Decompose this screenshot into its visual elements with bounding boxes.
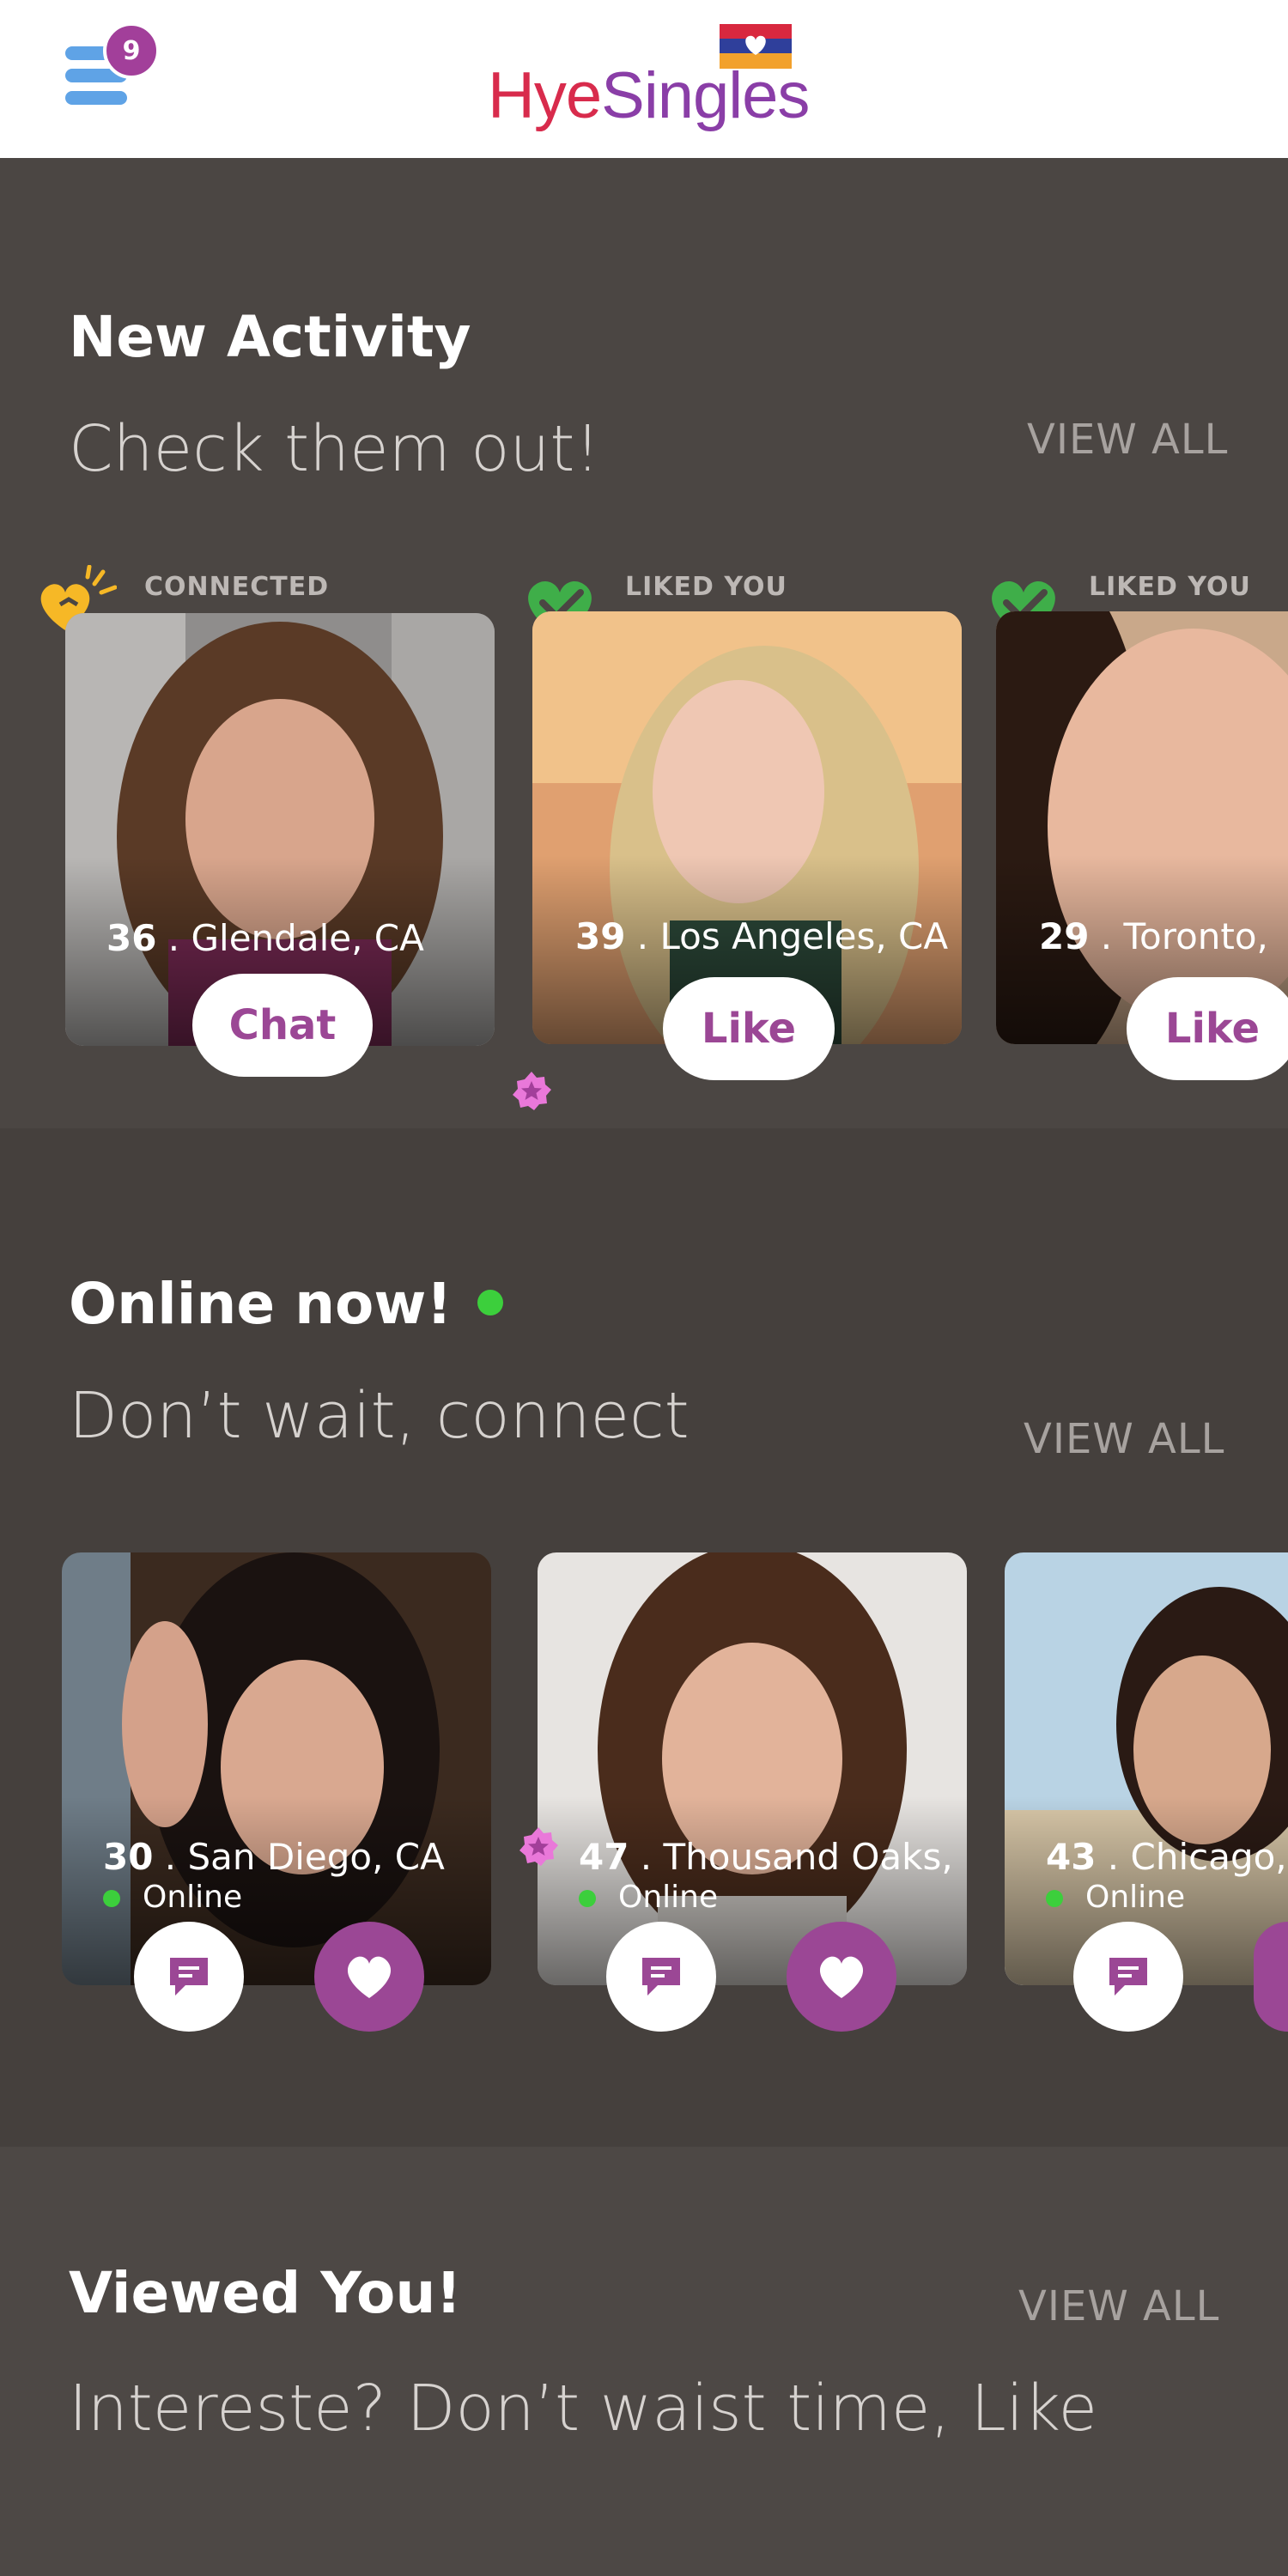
viewed-you-section: Viewed You! VIEW ALL Intereste? Don’t wa…	[0, 2147, 1288, 2576]
view-all-link[interactable]: VIEW ALL	[1024, 1415, 1224, 1463]
chat-button[interactable]: Chat	[192, 974, 373, 1077]
view-all-link[interactable]: VIEW ALL	[1027, 416, 1228, 464]
logo-text: HyeSingles	[488, 59, 810, 132]
notification-badge[interactable]: 9	[103, 22, 160, 79]
section-subtitle: Check them out!	[69, 412, 601, 486]
heart-icon	[819, 1956, 864, 1998]
chat-bubble-icon	[1109, 1958, 1147, 1996]
online-now-section: Online now! Don’t wait, connect VIEW ALL…	[0, 1128, 1288, 2147]
message-button[interactable]	[606, 1922, 716, 2032]
profile-info: 30 . San Diego, CA Online	[103, 1836, 445, 1915]
like-heart-button[interactable]	[1254, 1922, 1288, 2032]
profile-info: 36 . Glendale, CA	[106, 917, 424, 959]
section-title: New Activity	[69, 304, 471, 370]
app-header: 9 HyeSingles	[0, 0, 1288, 158]
section-subtitle: Don’t wait, connect	[69, 1379, 690, 1453]
message-button[interactable]	[134, 1922, 244, 2032]
new-activity-section: New Activity Check them out! VIEW ALL CO…	[0, 158, 1288, 1128]
premium-star-icon	[519, 1827, 558, 1866]
profile-info: 29 . Toronto,	[1039, 915, 1268, 957]
profile-info: 43 . Chicago, I Online	[1046, 1836, 1288, 1915]
online-profile-card[interactable]: 43 . Chicago, I Online	[1005, 1552, 1288, 1985]
heart-icon	[347, 1956, 392, 1998]
online-dot-icon	[103, 1890, 120, 1907]
like-button[interactable]: Like	[663, 977, 835, 1080]
like-heart-button[interactable]	[787, 1922, 896, 2032]
online-profile-card[interactable]: 47 . Thousand Oaks, Online	[538, 1552, 967, 1985]
app-logo[interactable]: HyeSingles	[488, 19, 810, 139]
online-dot-icon	[579, 1890, 596, 1907]
profile-info: 39 . Los Angeles, CA	[575, 915, 949, 957]
activity-status-label: LIKED YOU	[625, 572, 787, 602]
online-profile-card[interactable]: 30 . San Diego, CA Online	[62, 1552, 491, 1985]
online-indicator-icon	[477, 1289, 504, 1315]
message-button[interactable]	[1073, 1922, 1183, 2032]
online-dot-icon	[1046, 1890, 1063, 1907]
section-subtitle: Intereste? Don’t waist time, Like	[69, 2372, 1097, 2445]
profile-info: 47 . Thousand Oaks, Online	[579, 1836, 953, 1915]
view-all-link[interactable]: VIEW ALL	[1018, 2282, 1219, 2330]
chat-bubble-icon	[642, 1958, 680, 1996]
menu-icon-bar	[65, 91, 127, 105]
activity-status-label: LIKED YOU	[1089, 572, 1251, 602]
like-button[interactable]: Like	[1127, 977, 1288, 1080]
activity-status-label: CONNECTED	[144, 572, 330, 602]
section-title: Viewed You!	[69, 2260, 462, 2326]
chat-bubble-icon	[170, 1958, 208, 1996]
premium-star-icon	[513, 1072, 551, 1110]
like-heart-button[interactable]	[314, 1922, 424, 2032]
section-title: Online now!	[69, 1271, 504, 1337]
